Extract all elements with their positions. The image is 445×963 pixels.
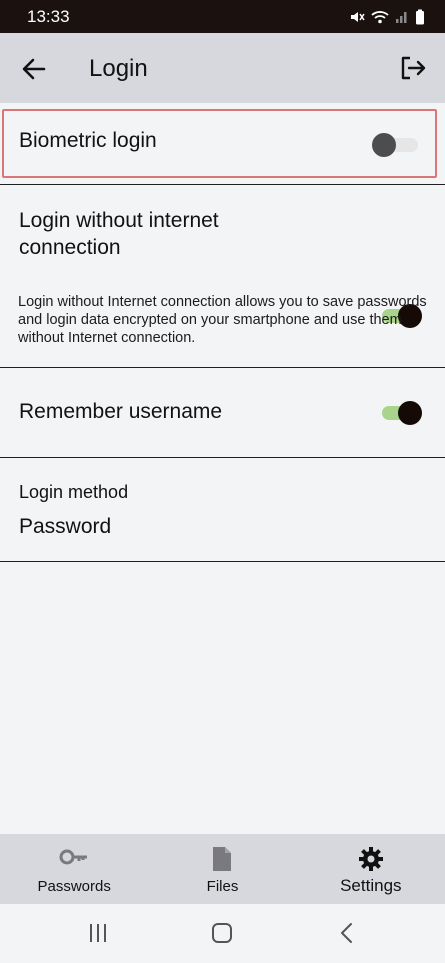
status-time: 13:33 [27, 6, 70, 26]
biometric-login-toggle[interactable] [372, 131, 420, 157]
login-method-value: Password [19, 515, 112, 538]
mute-icon [351, 11, 365, 22]
nav-item-files[interactable]: Files [148, 834, 296, 904]
offline-login-row[interactable]: Login without internet connection Login … [0, 185, 445, 368]
recent-apps-icon[interactable] [88, 922, 108, 944]
toggle-thumb [398, 401, 422, 425]
toggle-thumb [372, 133, 396, 157]
remember-username-toggle[interactable] [382, 399, 424, 425]
nav-item-settings[interactable]: Settings [297, 834, 445, 904]
app-bar: Login [0, 33, 445, 103]
page-title: Login [89, 55, 148, 82]
system-back-icon[interactable] [339, 922, 355, 944]
back-button[interactable] [20, 55, 48, 83]
settings-list: Biometric login Login without internet c… [0, 103, 445, 562]
file-icon [213, 847, 232, 871]
system-nav-bar [0, 904, 445, 963]
arrow-left-icon [22, 58, 46, 80]
biometric-login-label: Biometric login [19, 129, 157, 152]
nav-item-passwords[interactable]: Passwords [0, 834, 148, 904]
login-method-label: Login method [19, 482, 129, 502]
logout-button[interactable] [397, 53, 427, 83]
nav-label-passwords: Passwords [37, 878, 111, 895]
gear-icon [358, 847, 383, 871]
nav-label-files: Files [206, 878, 239, 895]
logout-icon [401, 56, 426, 80]
wifi-icon [371, 10, 389, 23]
key-icon [59, 849, 88, 865]
home-icon[interactable] [211, 922, 233, 944]
remember-username-row[interactable]: Remember username [0, 368, 445, 458]
battery-icon [416, 9, 424, 24]
signal-icon [396, 11, 407, 23]
login-method-row[interactable]: Login method Password [0, 458, 445, 562]
remember-username-label: Remember username [19, 400, 223, 423]
status-icons [349, 9, 425, 25]
bottom-nav: Passwords Files Settings [0, 834, 445, 904]
biometric-login-row[interactable]: Biometric login [0, 103, 445, 185]
nav-label-settings: Settings [340, 876, 402, 895]
offline-login-description: Login without Internet connection allows… [18, 294, 427, 346]
offline-login-label: Login without internet connection [19, 209, 219, 259]
status-bar: 13:33 [0, 0, 445, 33]
